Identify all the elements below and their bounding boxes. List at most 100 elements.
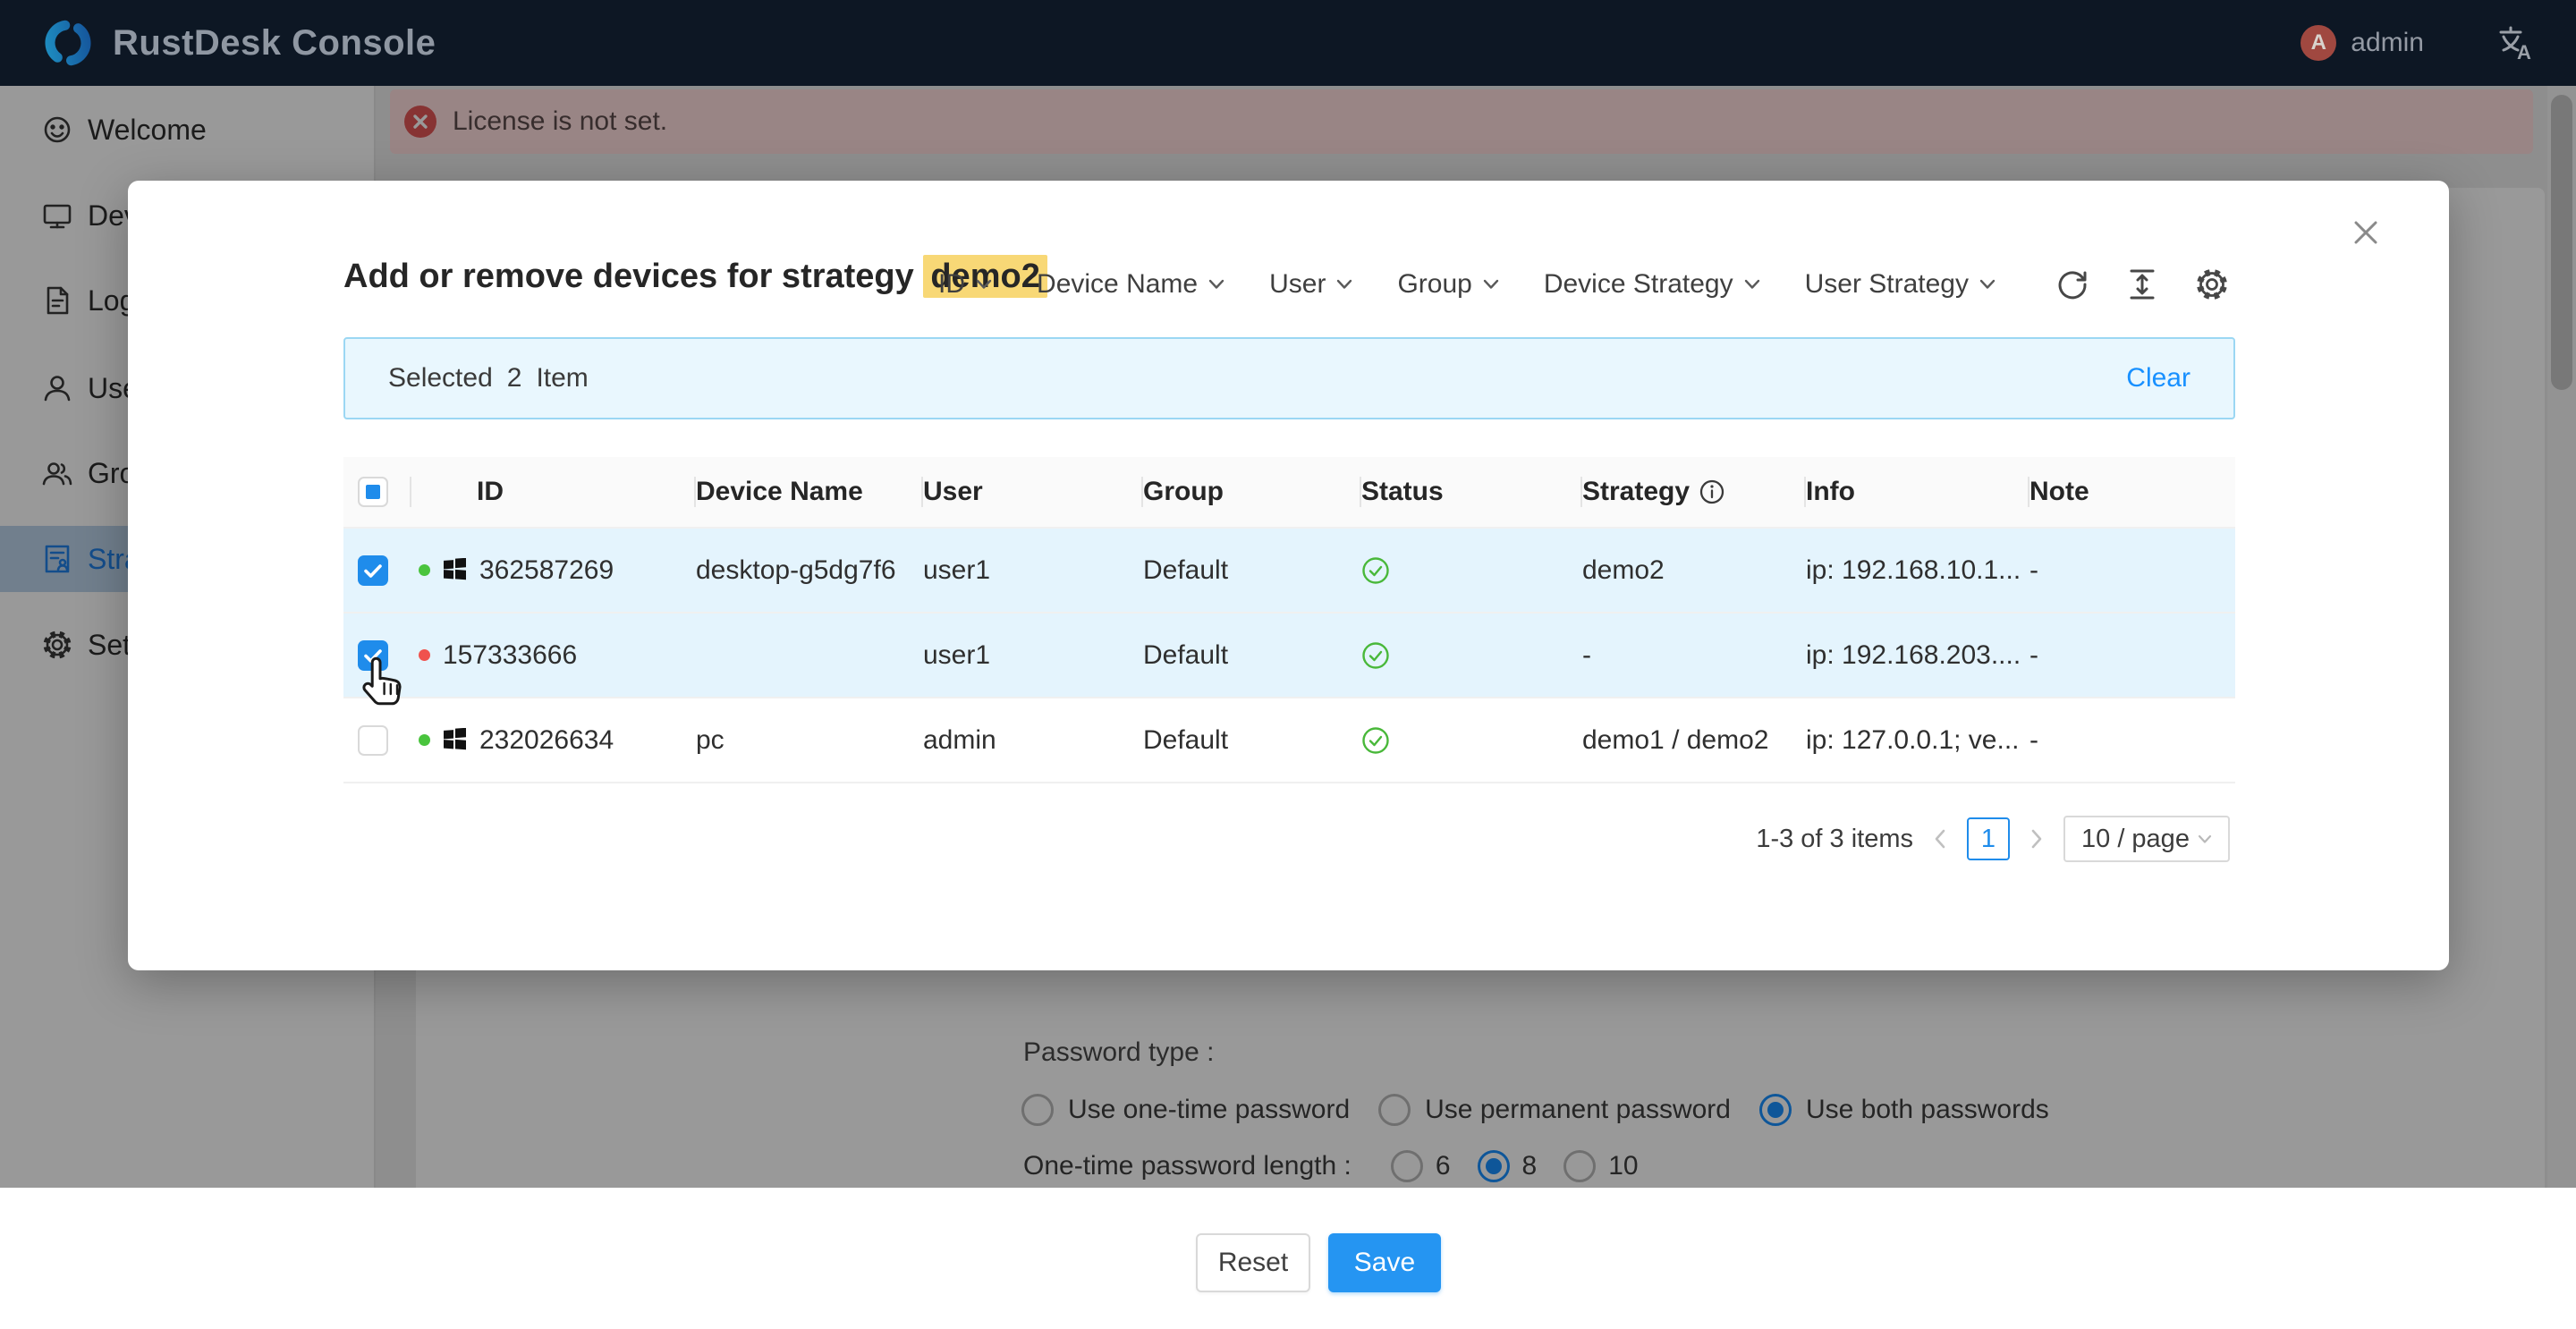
col-header-note: Note bbox=[2029, 477, 2089, 507]
device-id: 232026634 bbox=[479, 725, 614, 756]
user-menu[interactable]: A admin bbox=[2301, 25, 2424, 61]
footer-bar: Reset Save bbox=[0, 1188, 2576, 1329]
windows-logo-icon bbox=[443, 728, 467, 752]
table-row[interactable]: 157333666 user1 Default - ip: 192.168.20… bbox=[343, 614, 2235, 698]
chevron-down-icon bbox=[1208, 279, 1224, 290]
device-note: - bbox=[2029, 640, 2038, 671]
selection-summary: Selected 2 Item bbox=[388, 363, 589, 394]
select-all-checkbox[interactable] bbox=[358, 477, 388, 507]
devices-table: ID Device Name User Group Status Strateg… bbox=[343, 457, 2235, 783]
column-height-icon[interactable] bbox=[2124, 267, 2160, 302]
selection-bar: Selected 2 Item Clear bbox=[343, 337, 2235, 419]
table-tools bbox=[2055, 267, 2230, 302]
page-size-select[interactable]: 10 / page bbox=[2063, 816, 2230, 862]
chevron-down-icon bbox=[1336, 279, 1352, 290]
save-button[interactable]: Save bbox=[1328, 1233, 1441, 1292]
device-user: user1 bbox=[923, 640, 990, 671]
offline-status-dot bbox=[419, 649, 430, 661]
header-select-cell bbox=[343, 457, 411, 527]
device-strategy: demo2 bbox=[1582, 555, 1665, 586]
col-header-strategy: Strategy bbox=[1582, 477, 1690, 507]
device-note: - bbox=[2029, 555, 2038, 586]
filter-group[interactable]: Group bbox=[1397, 269, 1498, 300]
online-status-dot bbox=[419, 564, 430, 576]
online-status-dot bbox=[419, 734, 430, 746]
reset-button[interactable]: Reset bbox=[1196, 1233, 1310, 1292]
filter-label: ID bbox=[938, 269, 965, 300]
filter-device-name[interactable]: Device Name bbox=[1037, 269, 1224, 300]
add-remove-devices-modal: Add or remove devices for strategy demo2… bbox=[128, 181, 2449, 970]
selection-prefix: Selected bbox=[388, 363, 493, 394]
device-group: Default bbox=[1143, 640, 1228, 671]
filter-user[interactable]: User bbox=[1269, 269, 1352, 300]
windows-logo-icon bbox=[443, 558, 467, 582]
device-user: admin bbox=[923, 725, 996, 756]
device-strategy: demo1 / demo2 bbox=[1582, 725, 1768, 756]
filter-label: User Strategy bbox=[1805, 269, 1969, 300]
reload-icon[interactable] bbox=[2055, 267, 2090, 302]
svg-text:A: A bbox=[2517, 41, 2531, 63]
chevron-down-icon bbox=[1744, 279, 1760, 290]
col-header-status: Status bbox=[1361, 477, 1444, 507]
info-circle-icon[interactable] bbox=[1699, 478, 1725, 505]
filter-id[interactable]: ID bbox=[938, 269, 992, 300]
check-circle-icon bbox=[1361, 726, 1390, 755]
device-name: desktop-g5dg7f6 bbox=[696, 555, 896, 586]
chevron-down-icon bbox=[1483, 279, 1499, 290]
chevron-down-icon bbox=[976, 279, 992, 290]
device-id: 157333666 bbox=[443, 640, 577, 671]
header-right: A admin A bbox=[2301, 0, 2535, 86]
device-strategy: - bbox=[1582, 640, 1591, 671]
col-header-id: ID bbox=[477, 477, 504, 507]
row-checkbox[interactable] bbox=[358, 640, 388, 671]
device-group: Default bbox=[1143, 555, 1228, 586]
prev-page-icon[interactable] bbox=[1933, 828, 1947, 850]
col-header-info: Info bbox=[1806, 477, 1855, 507]
app-title: RustDesk Console bbox=[113, 0, 436, 86]
selection-suffix: Item bbox=[536, 363, 588, 394]
device-user: user1 bbox=[923, 555, 990, 586]
gear-icon[interactable] bbox=[2194, 267, 2230, 302]
filter-device-strategy[interactable]: Device Strategy bbox=[1544, 269, 1760, 300]
row-checkbox[interactable] bbox=[358, 555, 388, 586]
filter-label: Device Name bbox=[1037, 269, 1198, 300]
check-circle-icon bbox=[1361, 556, 1390, 585]
rustdesk-console-screen: RustDesk Console A admin A bbox=[0, 0, 2576, 1329]
filter-user-strategy[interactable]: User Strategy bbox=[1805, 269, 1996, 300]
col-header-user: User bbox=[923, 477, 983, 507]
device-note: - bbox=[2029, 725, 2038, 756]
device-info: ip: 192.168.10.1... bbox=[1806, 555, 2021, 586]
device-info: ip: 127.0.0.1; ve... bbox=[1806, 725, 2020, 756]
filter-label: User bbox=[1269, 269, 1326, 300]
app-header: RustDesk Console A admin A bbox=[0, 0, 2576, 86]
table-row[interactable]: 362587269 desktop-g5dg7f6 user1 Default … bbox=[343, 529, 2235, 614]
rustdesk-logo-icon bbox=[39, 14, 97, 72]
chevron-down-icon bbox=[1979, 279, 1996, 290]
device-id: 362587269 bbox=[479, 555, 614, 586]
filter-label: Group bbox=[1397, 269, 1471, 300]
pagination: 1-3 of 3 items 1 10 / page bbox=[1756, 816, 2230, 862]
table-header-row: ID Device Name User Group Status Strateg… bbox=[343, 457, 2235, 529]
close-icon[interactable] bbox=[2346, 213, 2385, 252]
next-page-icon[interactable] bbox=[2029, 828, 2044, 850]
filter-label: Device Strategy bbox=[1544, 269, 1733, 300]
device-group: Default bbox=[1143, 725, 1228, 756]
selection-count: 2 bbox=[507, 363, 522, 394]
translate-icon[interactable]: A bbox=[2496, 23, 2535, 63]
table-row[interactable]: 232026634 pc admin Default demo1 / demo2… bbox=[343, 698, 2235, 783]
chevron-down-icon bbox=[2198, 834, 2212, 844]
check-circle-icon bbox=[1361, 641, 1390, 670]
col-header-device-name: Device Name bbox=[696, 477, 863, 507]
device-info: ip: 192.168.203.... bbox=[1806, 640, 2021, 671]
page-size-value: 10 / page bbox=[2081, 825, 2190, 854]
col-header-group: Group bbox=[1143, 477, 1224, 507]
modal-title-text: Add or remove devices for strategy bbox=[343, 258, 923, 295]
page-number[interactable]: 1 bbox=[1967, 817, 2010, 860]
avatar: A bbox=[2301, 25, 2336, 61]
pagination-summary: 1-3 of 3 items bbox=[1756, 825, 1913, 854]
username: admin bbox=[2351, 28, 2424, 58]
row-checkbox[interactable] bbox=[358, 725, 388, 756]
filter-bar: ID Device Name User Group Device Strateg… bbox=[938, 263, 2230, 306]
clear-selection-link[interactable]: Clear bbox=[2126, 363, 2190, 394]
device-name: pc bbox=[696, 725, 724, 756]
